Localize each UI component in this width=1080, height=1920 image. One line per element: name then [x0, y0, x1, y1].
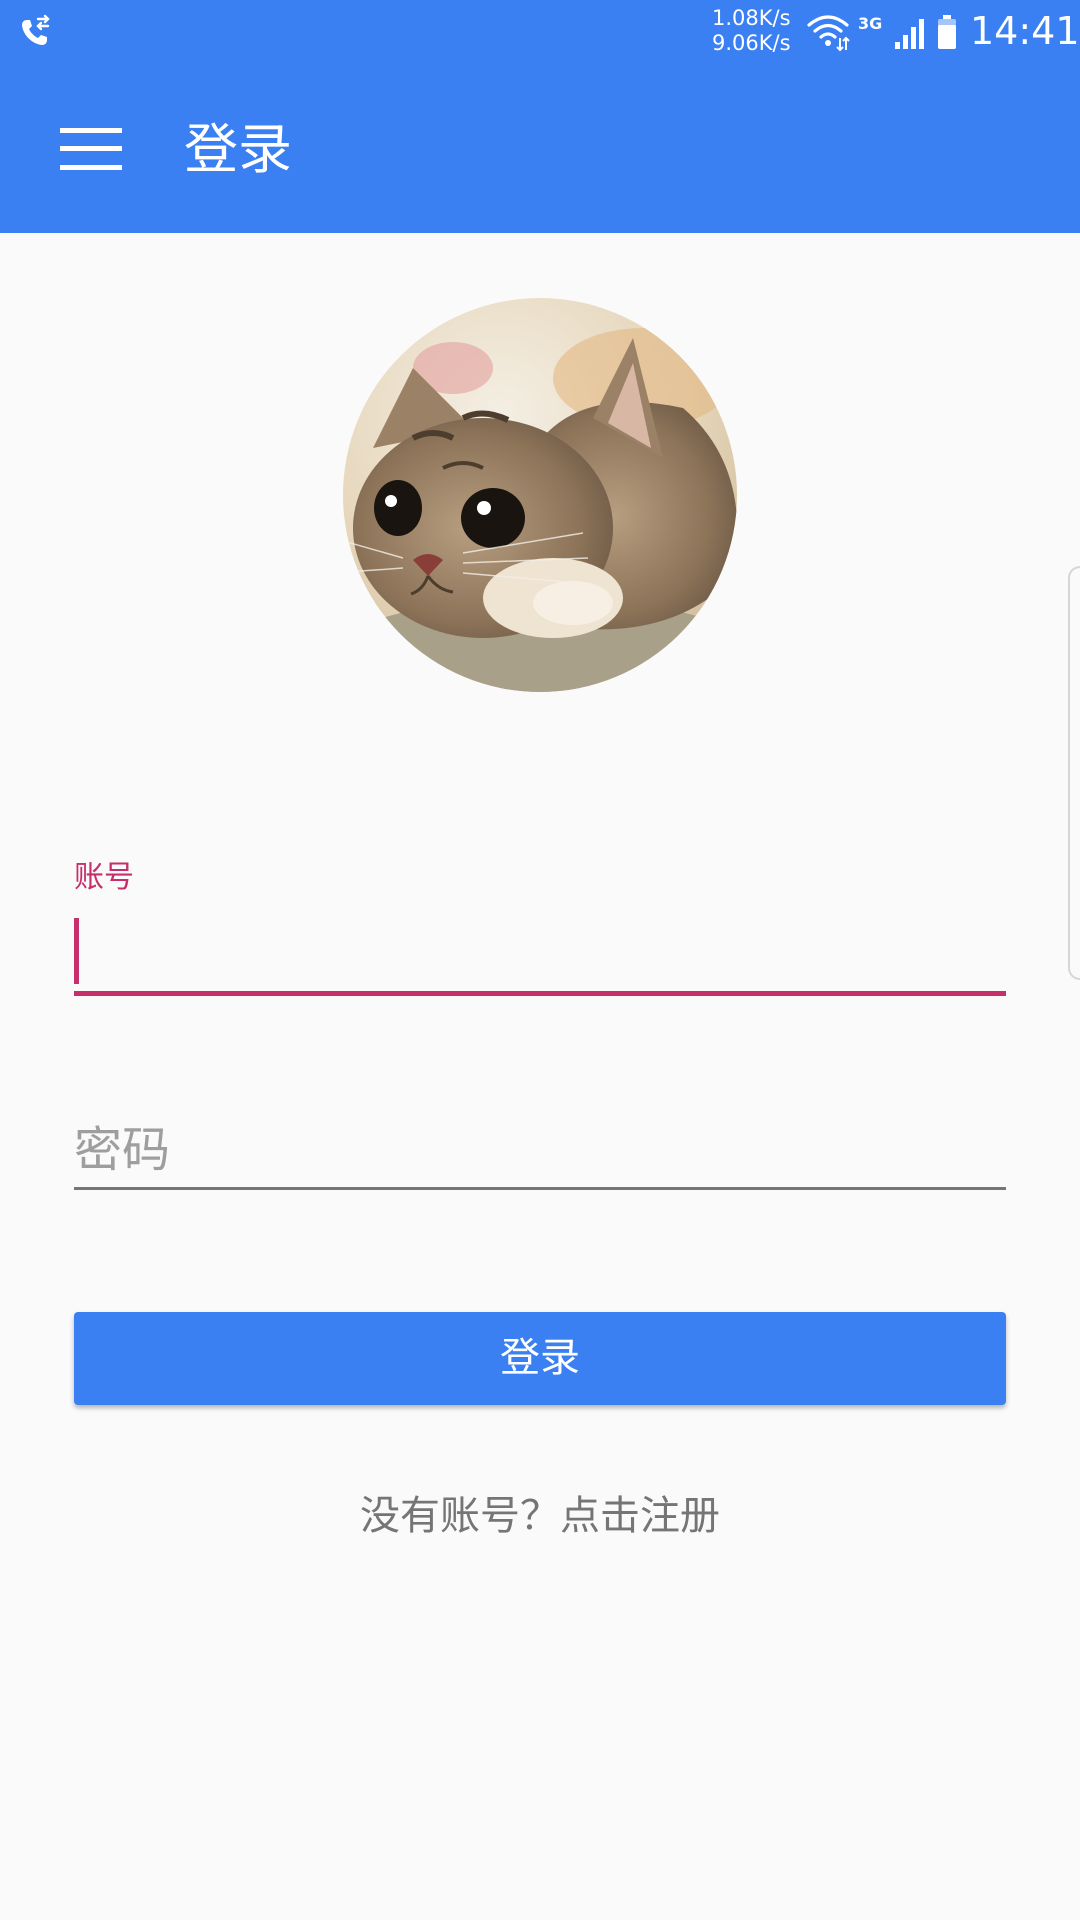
login-screen: 1.08K/s 9.06K/s 3G 14:41 登录 账号 登录 没有账号？点…	[0, 0, 1080, 1920]
menu-button[interactable]	[46, 108, 136, 190]
register-link[interactable]: 没有账号？点击注册	[0, 1488, 1080, 1544]
avatar	[343, 298, 737, 692]
hamburger-menu-icon	[60, 128, 122, 170]
edge-panel-handle[interactable]	[1068, 566, 1080, 980]
text-cursor	[74, 918, 79, 984]
status-bar: 1.08K/s 9.06K/s 3G 14:41	[0, 0, 1080, 64]
kitten-avatar-image	[343, 298, 737, 692]
account-input[interactable]	[74, 912, 1006, 992]
account-underline	[74, 991, 1006, 996]
password-underline	[74, 1187, 1006, 1190]
signal-icon	[895, 19, 924, 49]
wifi-icon	[807, 15, 850, 52]
network-speed-up: 1.08K/s	[712, 6, 791, 30]
battery-icon	[938, 15, 956, 49]
call-forwarding-icon	[22, 14, 50, 45]
login-button[interactable]: 登录	[74, 1312, 1006, 1405]
password-input[interactable]	[74, 1110, 1006, 1190]
network-type: 3G	[858, 14, 883, 33]
network-speed-down: 9.06K/s	[712, 31, 791, 55]
account-label: 账号	[74, 860, 134, 895]
app-bar: 登录	[0, 64, 1080, 233]
clock: 14:41	[970, 9, 1080, 53]
page-title: 登录	[184, 118, 292, 181]
network-speed: 1.08K/s 9.06K/s	[712, 6, 808, 56]
